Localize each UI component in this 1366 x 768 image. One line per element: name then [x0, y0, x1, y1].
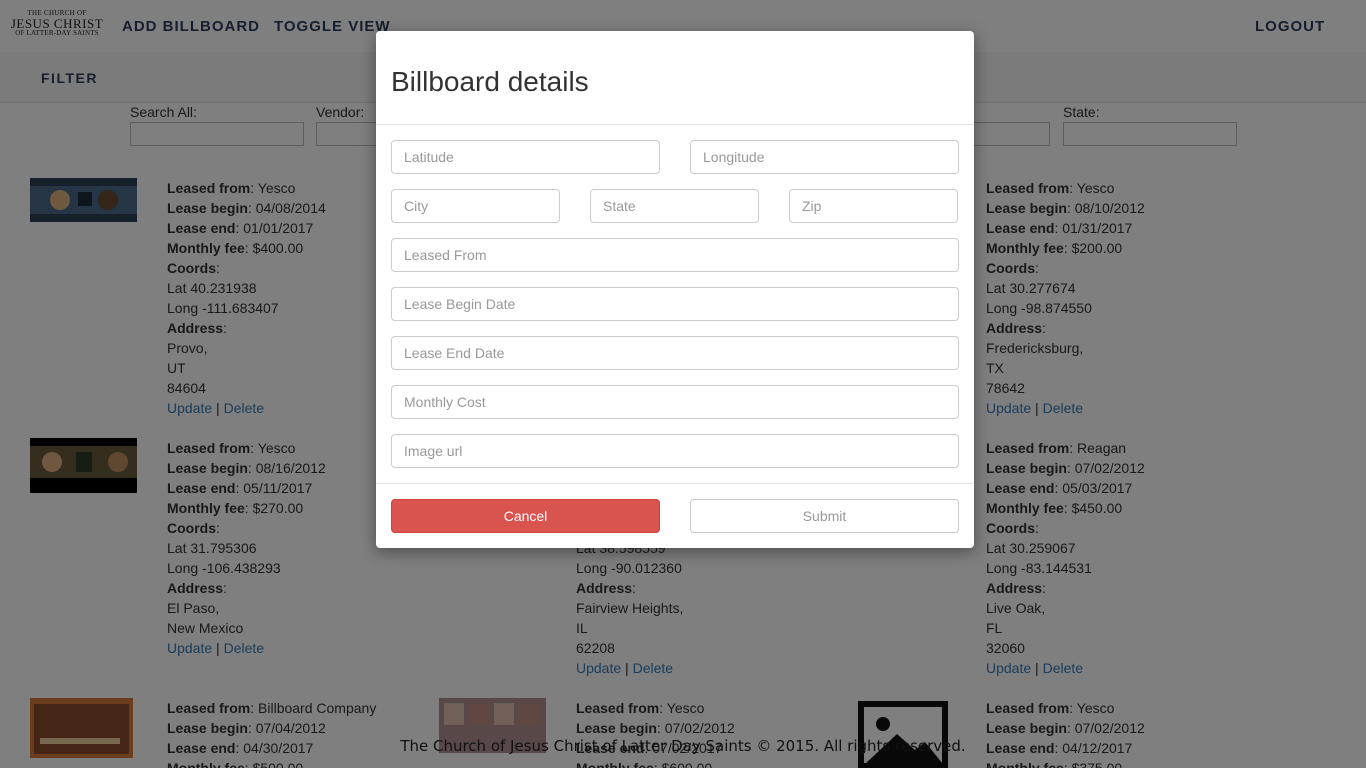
image-url-input[interactable]: [391, 434, 959, 468]
longitude-input[interactable]: [690, 140, 959, 174]
lease-end-date-input[interactable]: [391, 336, 959, 370]
modal-footer: Cancel Submit: [376, 483, 974, 549]
modal-header: Billboard details: [376, 31, 974, 125]
cancel-button[interactable]: Cancel: [391, 499, 660, 533]
latitude-input[interactable]: [391, 140, 660, 174]
lease-begin-date-input[interactable]: [391, 287, 959, 321]
city-input[interactable]: [391, 189, 560, 223]
leased-from-input[interactable]: [391, 238, 959, 272]
zip-input[interactable]: [789, 189, 958, 223]
submit-button[interactable]: Submit: [690, 499, 959, 533]
billboard-details-modal: Billboard details Cancel Submit: [376, 31, 974, 548]
state-input[interactable]: [590, 189, 759, 223]
modal-title: Billboard details: [391, 66, 589, 97]
monthly-cost-input[interactable]: [391, 385, 959, 419]
